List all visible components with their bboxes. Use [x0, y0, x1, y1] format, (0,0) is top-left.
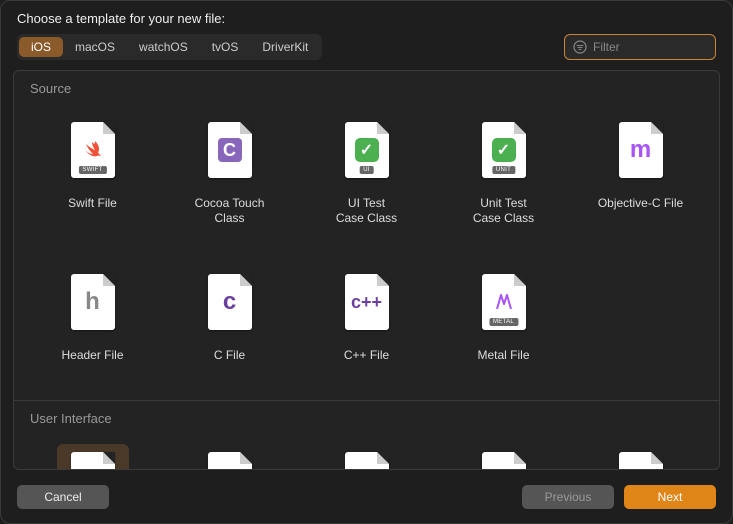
template-label: Header File [55, 346, 129, 376]
template-label: Unit Test Case Class [467, 194, 540, 228]
template-c-file[interactable]: c C File [161, 258, 298, 384]
template-label: Metal File [471, 346, 535, 376]
cocoa-class-icon: C [208, 122, 252, 178]
dialog-title: Choose a template for your new file: [17, 11, 716, 26]
template-label: C File [208, 346, 251, 376]
template-scroll[interactable]: Source SWIFT Swift File C Cocoa Touch Cl… [14, 71, 719, 469]
file-badge: SWIFT [78, 166, 106, 174]
tab-ios[interactable]: iOS [19, 37, 63, 57]
section-grid-ui: SWIFT SwiftUI View ✕STORYBOARD Storyboar… [14, 432, 719, 469]
file-badge: UNIT [492, 166, 515, 174]
template-label: Cocoa Touch Class [189, 194, 271, 228]
cancel-button[interactable]: Cancel [17, 485, 109, 509]
template-label: UI Test Case Class [330, 194, 403, 228]
filter-field[interactable] [564, 34, 716, 60]
metal-file-icon: METAL [482, 274, 526, 330]
cpp-file-icon: c++ [345, 274, 389, 330]
template-swiftui-view[interactable]: SWIFT SwiftUI View [24, 436, 161, 469]
section-header-source: Source [14, 71, 719, 102]
template-unit-test-case-class[interactable]: ✓ UNIT Unit Test Case Class [435, 106, 572, 236]
tab-driverkit[interactable]: DriverKit [250, 37, 320, 57]
filter-icon [573, 40, 587, 54]
storyboard-icon: ✕STORYBOARD [208, 452, 252, 469]
platform-tabs: iOS macOS watchOS tvOS DriverKit [17, 34, 322, 60]
template-cocoa-touch-class[interactable]: C Cocoa Touch Class [161, 106, 298, 236]
tab-watchos[interactable]: watchOS [127, 37, 200, 57]
tab-tvos[interactable]: tvOS [200, 37, 251, 57]
template-header-file[interactable]: h Header File [24, 258, 161, 384]
checkmark-icon: ✓ [492, 138, 516, 162]
launch-screen-icon: 1 [619, 452, 663, 469]
swiftui-view-icon: SWIFT [71, 452, 115, 469]
toolbar: iOS macOS watchOS tvOS DriverKit [1, 34, 732, 70]
template-cpp-file[interactable]: c++ C++ File [298, 258, 435, 384]
file-badge: METAL [489, 318, 518, 326]
next-button[interactable]: Next [624, 485, 716, 509]
template-empty[interactable]: ✕XIB Empty [435, 436, 572, 469]
template-storyboard[interactable]: ✕STORYBOARD Storyboard [161, 436, 298, 469]
template-metal-file[interactable]: METAL Metal File [435, 258, 572, 384]
section-grid-source: SWIFT Swift File C Cocoa Touch Class ✓ UI… [14, 102, 719, 400]
file-badge: UI [359, 166, 374, 174]
template-label: C++ File [338, 346, 395, 376]
template-label: Objective-C File [592, 194, 689, 224]
template-list-frame: Source SWIFT Swift File C Cocoa Touch Cl… [13, 70, 720, 470]
template-ui-test-case-class[interactable]: ✓ UI UI Test Case Class [298, 106, 435, 236]
dialog-footer: Cancel Previous Next [1, 471, 732, 523]
template-label: Swift File [62, 194, 123, 224]
previous-button[interactable]: Previous [522, 485, 614, 509]
objc-file-icon: m [619, 122, 663, 178]
empty-xib-icon: ✕XIB [482, 452, 526, 469]
template-view[interactable]: View [298, 436, 435, 469]
filter-input[interactable] [593, 40, 707, 54]
section-header-ui: User Interface [14, 401, 719, 432]
header-file-icon: h [71, 274, 115, 330]
tab-macos[interactable]: macOS [63, 37, 127, 57]
dialog-header: Choose a template for your new file: [1, 1, 732, 34]
view-icon [345, 452, 389, 469]
unit-test-icon: ✓ UNIT [482, 122, 526, 178]
c-file-icon: c [208, 274, 252, 330]
checkmark-icon: ✓ [355, 138, 379, 162]
ui-test-icon: ✓ UI [345, 122, 389, 178]
swift-file-icon: SWIFT [71, 122, 115, 178]
template-objective-c-file[interactable]: m Objective-C File [572, 106, 709, 236]
template-swift-file[interactable]: SWIFT Swift File [24, 106, 161, 236]
template-launch-screen[interactable]: 1 Launch Screen [572, 436, 709, 469]
